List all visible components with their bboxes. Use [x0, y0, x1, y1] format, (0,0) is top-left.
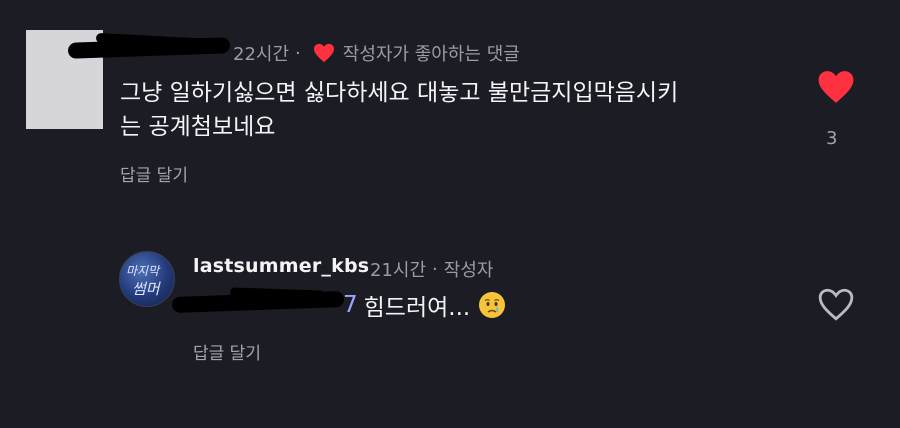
avatar[interactable]: 마지막 썸머 [119, 251, 175, 307]
reply-button[interactable]: 답글 달기 [193, 339, 261, 364]
heart-outline-icon [818, 288, 854, 321]
comment-meta: 22시간 · 작성자가 좋아하는 댓글 [233, 40, 520, 66]
author-badge: 작성자 [443, 260, 494, 281]
comment-text-line: 그냥 일하기싫으면 싫다하세요 대놓고 불만금지입막음시키 [120, 80, 679, 106]
comment-text: 그냥 일하기싫으면 싫다하세요 대놓고 불만금지입막음시키 는 공계첨보네요 [120, 76, 770, 144]
liked-by-author-label: 작성자가 좋아하는 댓글 [342, 44, 520, 65]
username[interactable]: lastsummer_kbs [193, 255, 369, 277]
like-count: 3 [826, 128, 838, 149]
meta-separator: · [432, 258, 438, 280]
mention-tail[interactable]: 7 [343, 292, 358, 318]
comment-text-line: 는 공계첨보네요 [120, 114, 276, 140]
reply-button[interactable]: 답글 달기 [120, 161, 188, 186]
reply-text-content: 힘드러여... [363, 295, 471, 321]
heart-icon [818, 71, 854, 103]
like-button[interactable] [817, 69, 855, 105]
heart-icon [313, 43, 334, 63]
avatar-logo-text: 마지막 [126, 264, 160, 278]
crying-face-icon [479, 292, 506, 318]
meta-separator: · [295, 42, 301, 64]
reply-meta: 21시간 · 작성자 [370, 256, 493, 282]
avatar-logo-text: 썸머 [132, 280, 160, 298]
reply-time: 21시간 [370, 260, 427, 281]
like-button[interactable] [817, 287, 855, 322]
comment-time: 22시간 [233, 44, 290, 65]
